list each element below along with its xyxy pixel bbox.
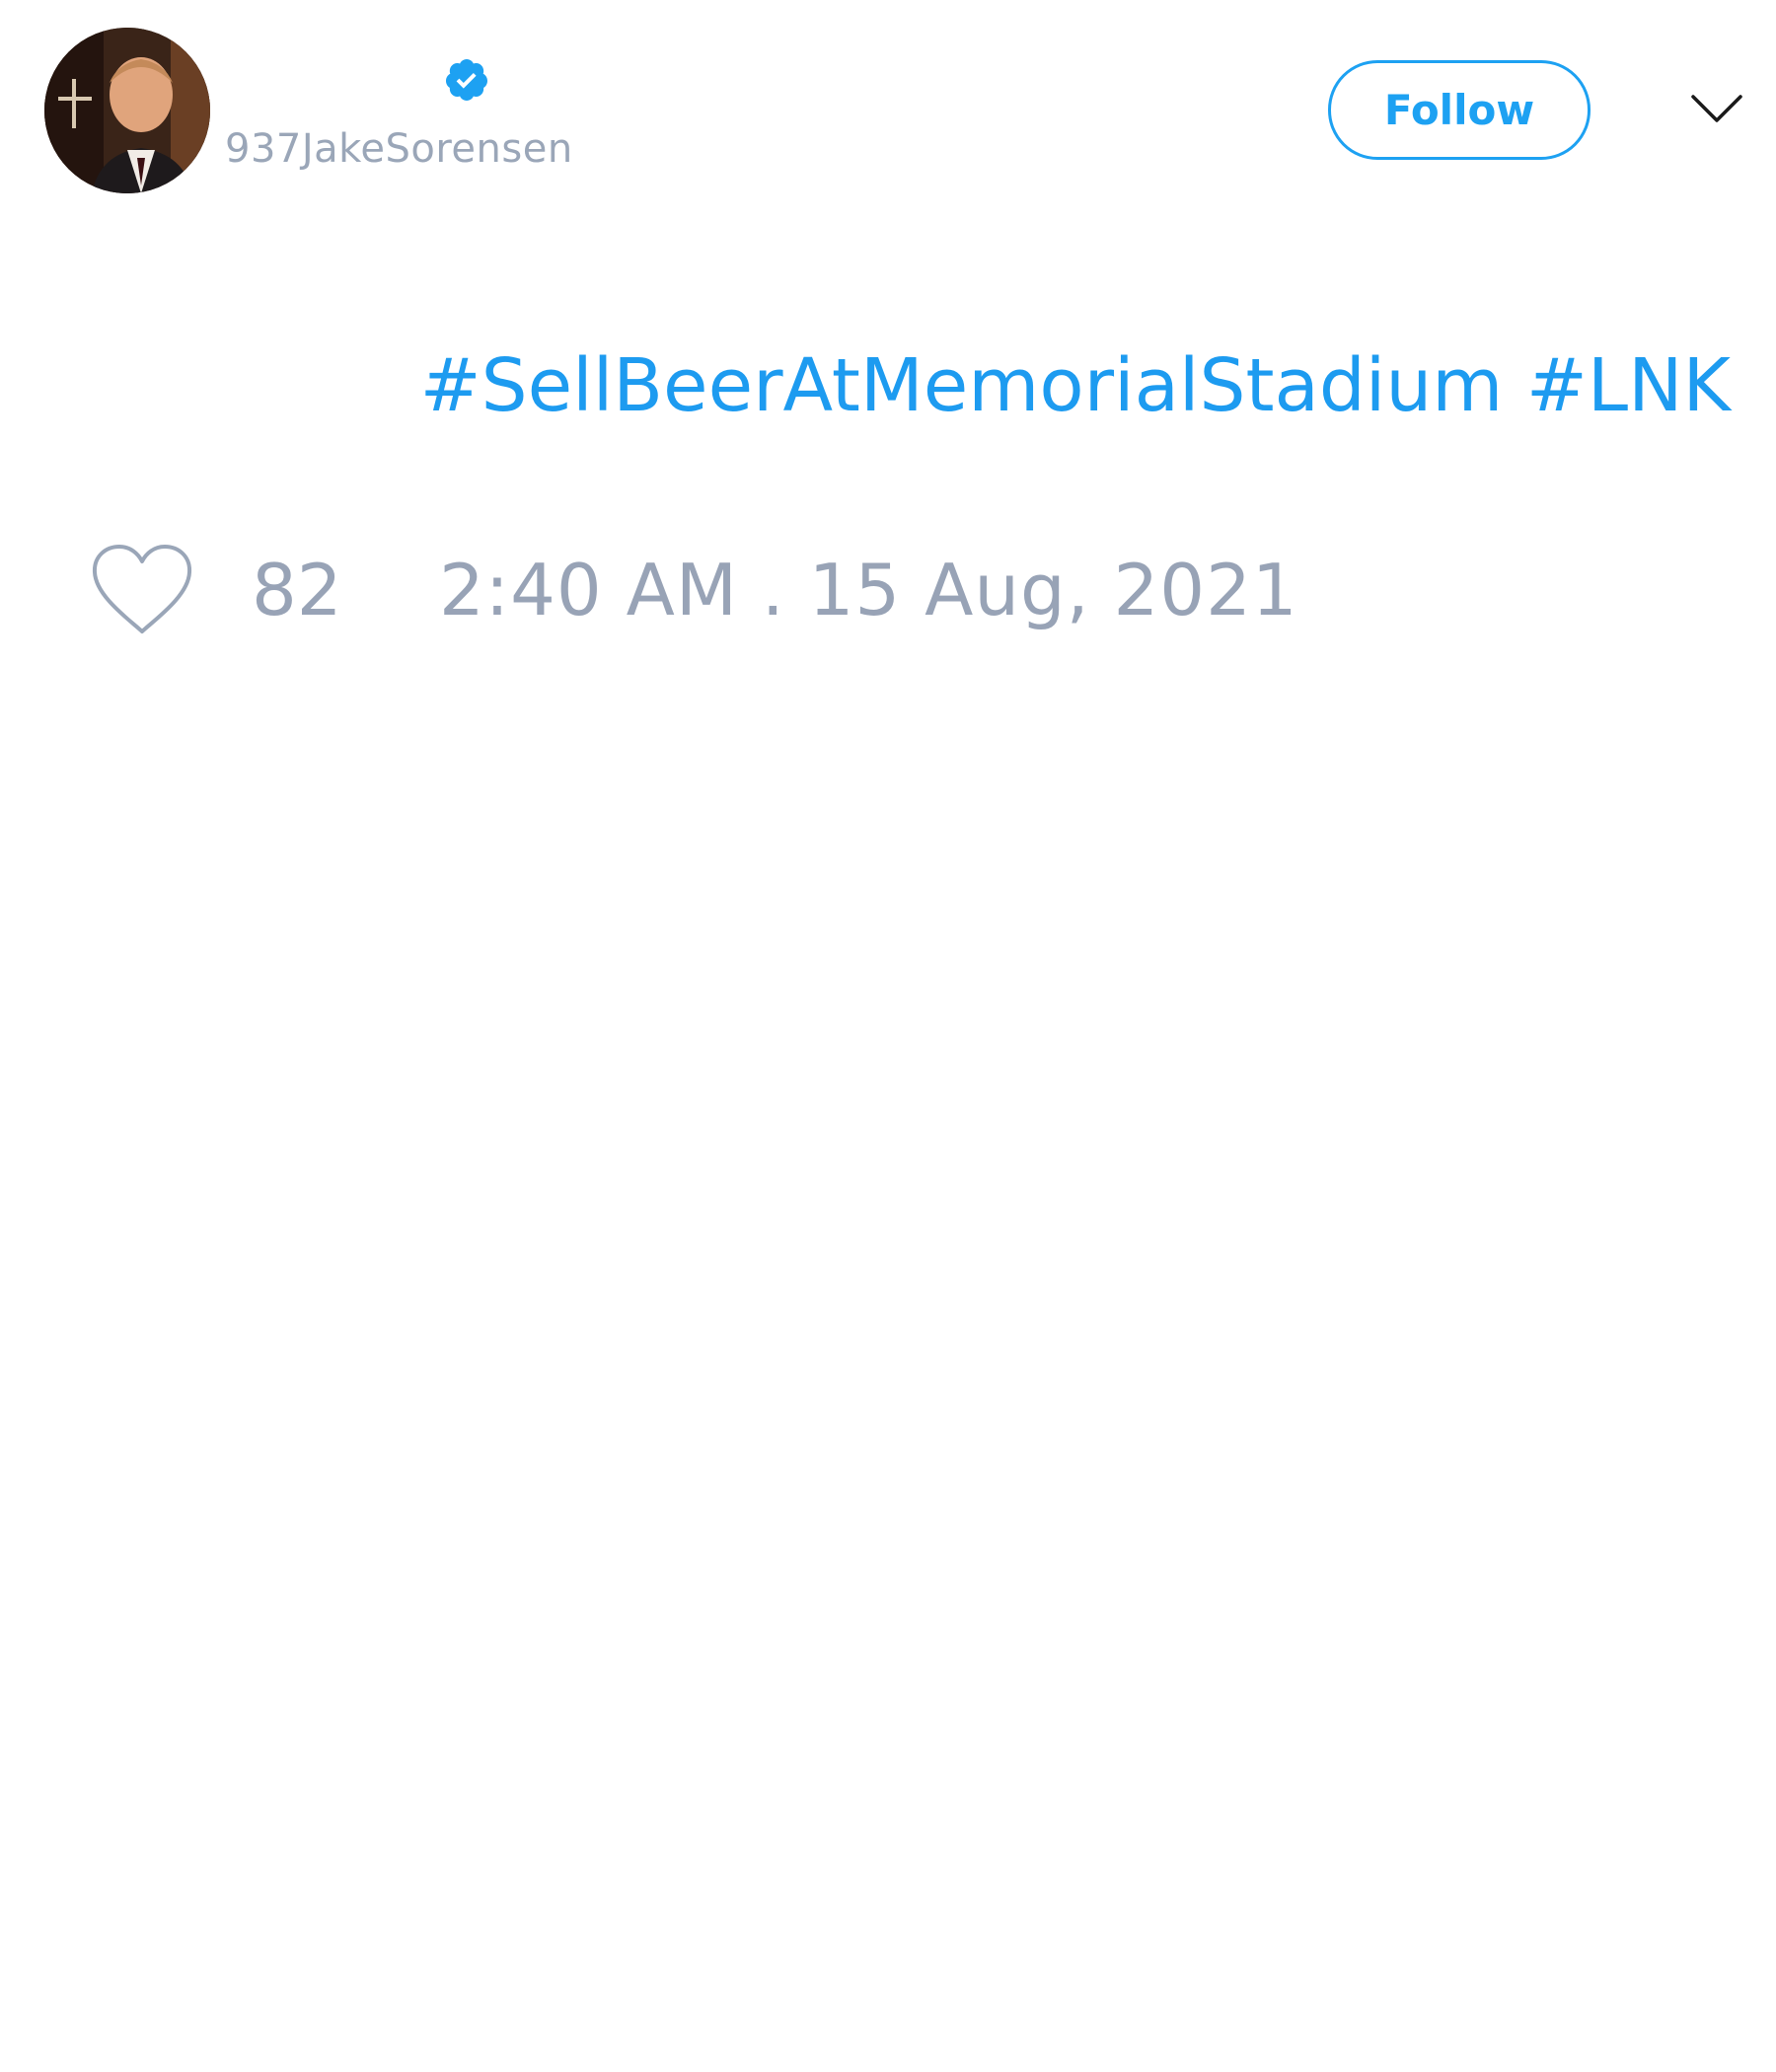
avatar[interactable] xyxy=(44,28,210,193)
author-handle[interactable]: 937JakeSorensen xyxy=(225,126,573,172)
verified-badge-icon xyxy=(445,59,487,101)
tweet-card: 937JakeSorensen Follow #SellBeerAtMemori… xyxy=(0,0,1776,2072)
like-count: 82 xyxy=(252,549,342,631)
heart-icon[interactable] xyxy=(90,543,194,637)
tweet-text: #SellBeerAtMemorialStadium #LNK xyxy=(420,343,1731,428)
avatar-image xyxy=(44,28,210,193)
chevron-down-icon[interactable] xyxy=(1689,89,1744,130)
hashtag-link[interactable]: #LNK xyxy=(1526,343,1731,428)
follow-button[interactable]: Follow xyxy=(1328,60,1591,160)
hashtag-link[interactable]: #SellBeerAtMemorialStadium xyxy=(420,343,1504,428)
tweet-timestamp[interactable]: 2:40 AM . 15 Aug, 2021 xyxy=(439,549,1298,631)
